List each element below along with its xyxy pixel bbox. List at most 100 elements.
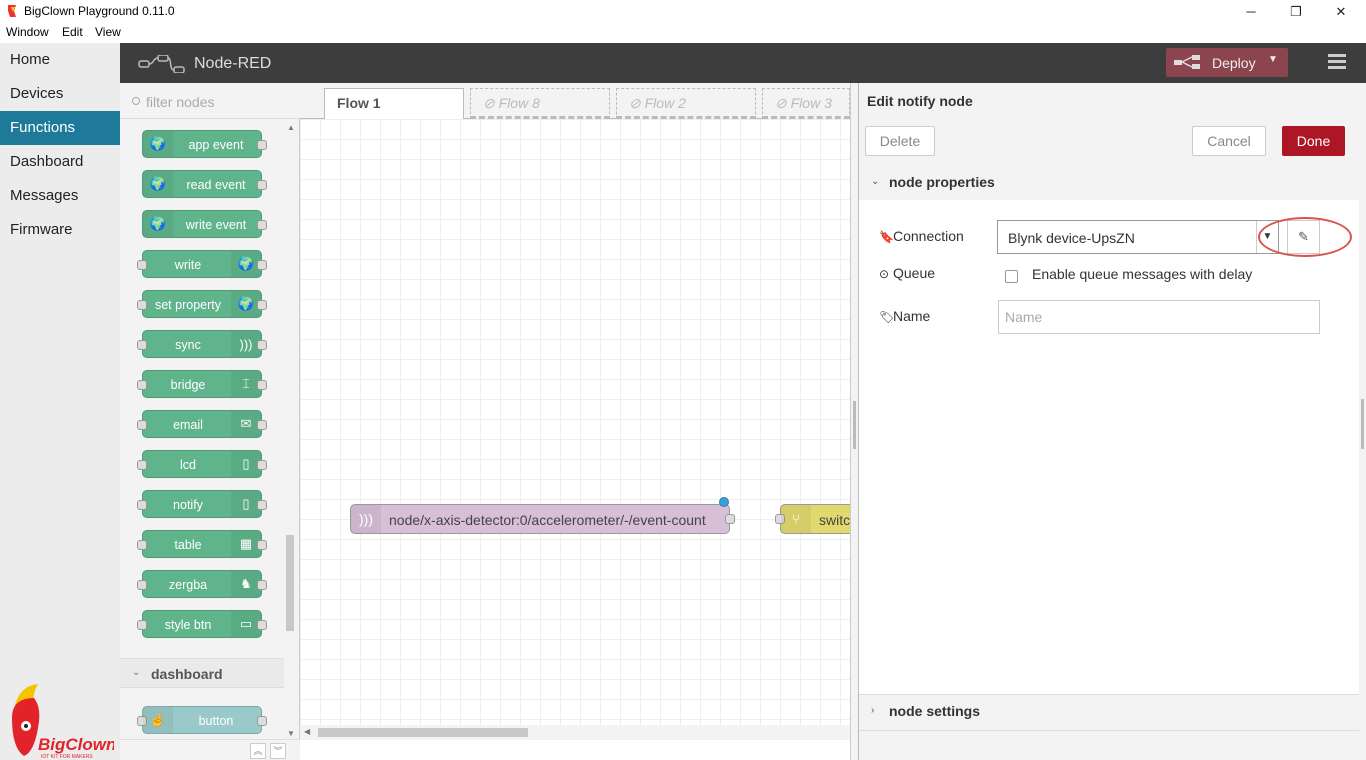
- wireless-icon: ))): [351, 505, 381, 533]
- palette-node-write[interactable]: 🌍 write: [137, 250, 267, 278]
- node-output-port: [257, 340, 267, 350]
- tab-flow-8[interactable]: ⊘ Flow 8: [470, 88, 610, 119]
- node-properties-form: 🔖Connection Blynk device-UpsZN ▼ ✎ ⊙ Queu…: [859, 200, 1359, 695]
- queue-checkbox[interactable]: [1005, 270, 1018, 283]
- filter-placeholder: filter nodes: [146, 94, 215, 110]
- palette-node-table[interactable]: ▦ table: [137, 530, 267, 558]
- nav-item-devices[interactable]: Devices: [0, 77, 120, 111]
- palette-node-zergba[interactable]: ♞ zergba: [137, 570, 267, 598]
- node-output-port: [257, 500, 267, 510]
- palette-node-label: zergba: [168, 578, 208, 592]
- deploy-button[interactable]: Deploy ▼: [1166, 48, 1288, 77]
- chevron-right-icon: ›: [871, 705, 875, 716]
- clock-icon: ⊙: [879, 267, 890, 281]
- section-node-properties[interactable]: ⌄ node properties: [859, 166, 1359, 200]
- delete-button[interactable]: Delete: [865, 126, 935, 156]
- edit-node-tray: Edit notify node Delete Cancel Done ⌄ no…: [858, 83, 1366, 760]
- palette-node-style-btn[interactable]: ▭ style btn: [137, 610, 267, 638]
- nav-item-messages[interactable]: Messages: [0, 179, 120, 213]
- tab-flow-1[interactable]: Flow 1: [324, 88, 464, 120]
- chevron-down-icon: ⌄: [871, 176, 880, 187]
- node-output-port: [257, 140, 267, 150]
- queue-checkbox-label: Enable queue messages with delay: [1032, 266, 1253, 282]
- palette-node-app-event[interactable]: 🌍 app event: [142, 130, 267, 158]
- editor-footer: [859, 730, 1359, 760]
- switch-icon: ⑂: [781, 505, 811, 533]
- scroll-up-icon[interactable]: ▲: [287, 123, 295, 132]
- palette-node-write-event[interactable]: 🌍 write event: [142, 210, 267, 238]
- node-output-port: [257, 180, 267, 190]
- node-output-port: [257, 540, 267, 550]
- nav-item-firmware[interactable]: Firmware: [0, 213, 120, 247]
- close-button[interactable]: ✕: [1318, 0, 1364, 23]
- editor-splitter[interactable]: [1359, 83, 1366, 760]
- disabled-icon: ⊘: [629, 95, 645, 111]
- flow-tabs: Flow 1 ⊘ Flow 8 ⊘ Flow 2 ⊘ Flow 3: [300, 83, 850, 120]
- nav-item-functions[interactable]: Functions: [0, 111, 120, 145]
- highlight-annotation-circle: [1258, 217, 1352, 257]
- flow-node-mqtt-in[interactable]: ))) node/x-axis-detector:0/accelerometer…: [350, 497, 735, 534]
- window-title: BigClown Playground 0.11.0: [24, 4, 175, 18]
- connection-label: 🔖Connection: [879, 228, 964, 244]
- tab-flow-2[interactable]: ⊘ Flow 2: [616, 88, 756, 119]
- palette-node-set-property[interactable]: 🌍 set property: [137, 290, 267, 318]
- menu-edit[interactable]: Edit: [62, 25, 83, 39]
- palette-scrollbar[interactable]: ▲ ▼: [284, 123, 296, 738]
- flow-canvas[interactable]: ))) node/x-axis-detector:0/accelerometer…: [300, 119, 870, 725]
- flow-workspace: Flow 1 ⊘ Flow 8 ⊘ Flow 2 ⊘ Flow 3 ))) no…: [300, 83, 870, 760]
- node-output-port: [257, 380, 267, 390]
- nav-item-home[interactable]: Home: [0, 43, 120, 77]
- minimize-button[interactable]: ─: [1228, 0, 1274, 23]
- queue-label: ⊙ Queue: [879, 265, 936, 281]
- nodered-logo-icon: [138, 55, 185, 73]
- nodered-brand: Node-RED: [194, 55, 272, 72]
- menu-hamburger-icon[interactable]: [1328, 54, 1346, 70]
- node-output-port: [257, 460, 267, 470]
- filter-nodes-input[interactable]: filter nodes: [120, 83, 300, 119]
- palette-scroll-thumb[interactable]: [286, 535, 294, 631]
- nav-item-dashboard[interactable]: Dashboard: [0, 145, 120, 179]
- section-node-settings[interactable]: › node settings: [859, 694, 1359, 730]
- palette-node-button[interactable]: ☝ button: [137, 706, 267, 734]
- disabled-icon: ⊘: [483, 95, 499, 111]
- menu-view[interactable]: View: [95, 25, 121, 39]
- scroll-left-icon[interactable]: ◀: [304, 727, 310, 736]
- collapse-all-icon[interactable]: ︽: [250, 743, 266, 759]
- sidebar-splitter[interactable]: [850, 83, 858, 760]
- palette-category-dashboard[interactable]: ⌄ dashboard: [120, 658, 284, 688]
- name-input[interactable]: [998, 300, 1320, 334]
- changed-indicator: [719, 497, 729, 507]
- cancel-button[interactable]: Cancel: [1192, 126, 1266, 156]
- palette-node-lcd[interactable]: ▯ lcd: [137, 450, 267, 478]
- disabled-icon: ⊘: [775, 95, 791, 111]
- caret-down-icon[interactable]: ▼: [1268, 54, 1278, 65]
- editor-title: Edit notify node: [867, 93, 973, 109]
- restore-button[interactable]: ❐: [1273, 0, 1319, 23]
- menu-window[interactable]: Window: [6, 25, 49, 39]
- workspace-scroll-thumb[interactable]: [318, 728, 528, 737]
- node-output-port: [257, 420, 267, 430]
- workspace-scrollbar[interactable]: ◀: [300, 725, 850, 740]
- tab-flow-3[interactable]: ⊘ Flow 3: [762, 88, 850, 119]
- done-button[interactable]: Done: [1282, 126, 1345, 156]
- nodered-header: Node-RED Deploy ▼: [120, 43, 1366, 83]
- node-output-port[interactable]: [725, 514, 735, 524]
- svg-text:IOT KIT FOR MAKERS: IOT KIT FOR MAKERS: [41, 754, 93, 760]
- palette-node-label: sync: [175, 338, 201, 352]
- palette-node-notify[interactable]: ▯ notify: [137, 490, 267, 518]
- bookmark-icon: 🔖: [879, 230, 894, 244]
- svg-text:BigClown: BigClown: [38, 735, 114, 754]
- palette-node-read-event[interactable]: 🌍 read event: [142, 170, 267, 198]
- connection-select[interactable]: Blynk device-UpsZN ▼: [997, 220, 1279, 254]
- deploy-label: Deploy: [1212, 55, 1256, 71]
- expand-all-icon[interactable]: ︾: [270, 743, 286, 759]
- palette-node-label: table: [174, 538, 202, 552]
- palette-footer: ︽ ︾: [120, 739, 300, 760]
- node-output-port: [257, 220, 267, 230]
- scroll-down-icon[interactable]: ▼: [287, 729, 295, 738]
- menu-bar: Window Edit View: [0, 23, 1366, 43]
- palette-node-email[interactable]: ✉ email: [137, 410, 267, 438]
- palette-node-bridge[interactable]: ⌶ bridge: [137, 370, 267, 398]
- palette-node-sync[interactable]: ))) sync: [137, 330, 267, 358]
- bigclown-logo: BigClown IOT KIT FOR MAKERS: [12, 684, 114, 760]
